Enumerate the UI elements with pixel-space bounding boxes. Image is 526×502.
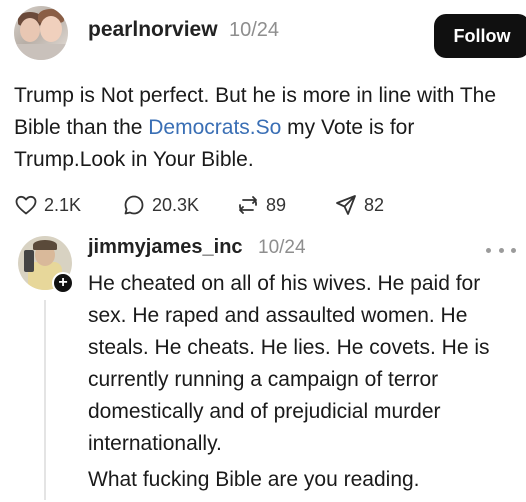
like-count: 2.1K <box>44 194 82 215</box>
reply-count: 20.3K <box>152 194 200 215</box>
follow-button[interactable]: Follow <box>434 14 526 58</box>
thread-screen: pearlnorview 10/24 Follow Trump is Not p… <box>0 0 526 502</box>
avatar[interactable] <box>14 6 68 60</box>
reply-text: He cheated on all of his wives. He paid … <box>88 272 490 455</box>
repost-icon <box>239 196 257 214</box>
like-button[interactable]: 2.1K <box>14 190 81 220</box>
heart-icon <box>15 195 37 215</box>
reply-username[interactable]: jimmyjames_inc <box>88 236 243 259</box>
post-username[interactable]: pearlnorview <box>88 18 218 42</box>
share-count: 82 <box>364 194 385 215</box>
post-actions: 2.1K 20.3K 89 82 <box>14 190 514 220</box>
reply-button[interactable]: 20.3K <box>122 190 199 220</box>
share-icon <box>336 195 356 215</box>
reply-timestamp: 10/24 <box>258 237 306 258</box>
more-icon[interactable] <box>486 240 516 260</box>
post-timestamp: 10/24 <box>229 19 280 41</box>
post-header: pearlnorview 10/24 Follow <box>14 6 526 60</box>
repost-count: 89 <box>266 194 287 215</box>
post-text: Trump is Not perfect. But he is more in … <box>14 80 514 176</box>
comment-icon <box>124 195 144 215</box>
hashtag-link[interactable]: Democrats.So <box>148 116 281 139</box>
plus-icon[interactable]: + <box>52 272 74 294</box>
repost-button[interactable]: 89 <box>236 190 286 220</box>
share-button[interactable]: 82 <box>334 190 384 220</box>
reply-text-2: What fucking Bible are you reading. <box>88 468 420 491</box>
thread-line <box>44 300 46 500</box>
